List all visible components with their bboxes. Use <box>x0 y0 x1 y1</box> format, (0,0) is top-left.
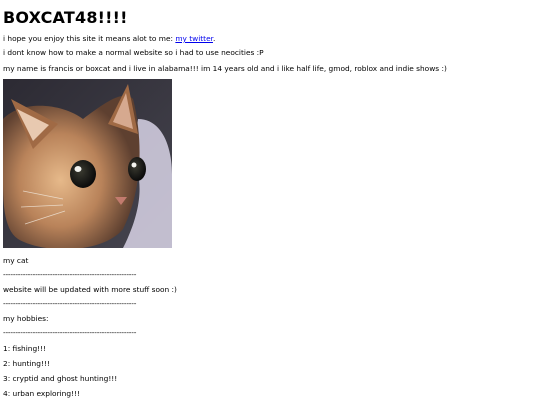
hobby-item: 3: cryptid and ghost hunting!!! <box>3 374 118 383</box>
update-note: website will be updated with more stuff … <box>3 285 177 294</box>
divider: ----------------------------------------… <box>3 299 137 308</box>
intro-text: i hope you enjoy this site it means alot… <box>3 34 176 43</box>
hobby-item: 1: fishing!!! <box>3 344 47 353</box>
neocities-line: i dont know how to make a normal website… <box>3 48 264 57</box>
twitter-link[interactable]: my twitter <box>175 34 213 43</box>
hobby-item: 4: urban exploring!!! <box>3 389 80 398</box>
photo-caption: my cat <box>3 256 29 265</box>
about-line: my name is francis or boxcat and i live … <box>3 64 447 73</box>
cat-photo <box>3 79 172 248</box>
hobby-item: 2: hunting!!! <box>3 359 50 368</box>
divider: ----------------------------------------… <box>3 270 137 279</box>
page-title: BOXCAT48!!!! <box>3 8 128 27</box>
hobbies-heading: my hobbies: <box>3 314 49 323</box>
intro-line: i hope you enjoy this site it means alot… <box>3 34 215 44</box>
divider: ----------------------------------------… <box>3 328 137 337</box>
intro-suffix: . <box>212 34 216 43</box>
